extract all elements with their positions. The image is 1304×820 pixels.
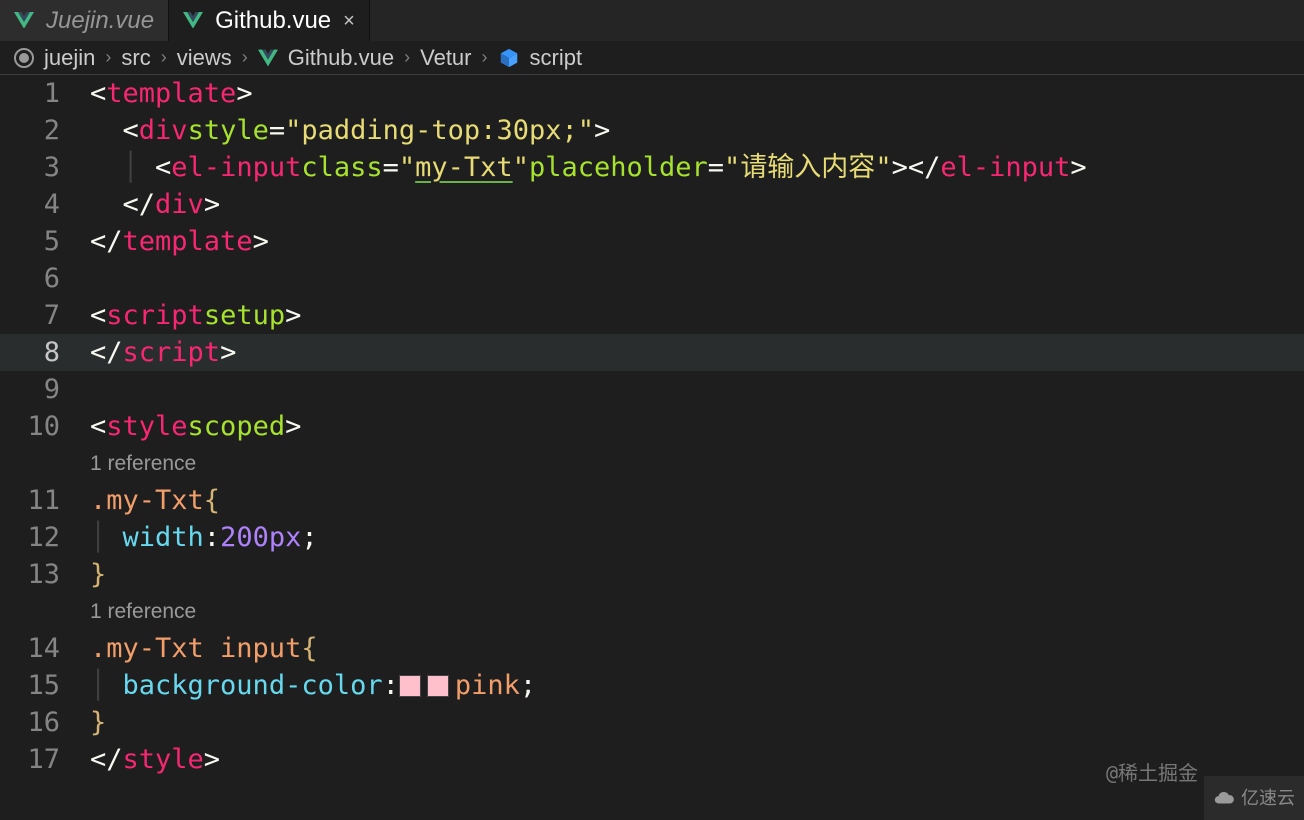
line-number: 13	[0, 556, 90, 593]
cloud-icon	[1213, 787, 1235, 809]
breadcrumb: juejin › src › views › Github.vue › Vetu…	[0, 41, 1304, 75]
code-line[interactable]: 3 │ <el-input class="my-Txt" placeholder…	[0, 149, 1304, 186]
code-line[interactable]: 4 </div>	[0, 186, 1304, 223]
line-number: 14	[0, 630, 90, 667]
breadcrumb-item[interactable]: Github.vue	[288, 45, 394, 71]
record-icon[interactable]	[14, 48, 34, 68]
code-line-active[interactable]: 8 </script>	[0, 334, 1304, 371]
codelens[interactable]: 1 reference	[0, 445, 1304, 482]
watermark-juejin: @稀土掘金	[1106, 755, 1198, 792]
line-number: 4	[0, 186, 90, 223]
code-line[interactable]: 2 <div style="padding-top:30px;">	[0, 112, 1304, 149]
codelens[interactable]: 1 reference	[0, 593, 1304, 630]
tab-label: Juejin.vue	[46, 7, 154, 35]
cube-icon	[498, 47, 520, 69]
code-line[interactable]: 1 <template>	[0, 75, 1304, 112]
vue-icon	[14, 12, 34, 30]
line-number: 10	[0, 408, 90, 445]
line-number: 15	[0, 667, 90, 704]
code-line[interactable]: 9	[0, 371, 1304, 408]
tab-github-vue[interactable]: Github.vue ×	[169, 0, 370, 41]
code-line[interactable]: 13 }	[0, 556, 1304, 593]
chevron-right-icon: ›	[482, 47, 488, 68]
chevron-right-icon: ›	[161, 47, 167, 68]
line-number: 8	[0, 334, 90, 371]
line-number: 9	[0, 371, 90, 408]
line-number: 6	[0, 260, 90, 297]
line-number: 2	[0, 112, 90, 149]
code-line[interactable]: 7 <script setup>	[0, 297, 1304, 334]
chevron-right-icon: ›	[404, 47, 410, 68]
vue-icon	[258, 49, 278, 67]
color-swatch-icon[interactable]	[427, 675, 449, 697]
breadcrumb-item[interactable]: script	[530, 45, 583, 71]
code-line[interactable]: 6	[0, 260, 1304, 297]
line-number: 11	[0, 482, 90, 519]
breadcrumb-item[interactable]: views	[177, 45, 232, 71]
code-line[interactable]: 16 }	[0, 704, 1304, 741]
line-number: 16	[0, 704, 90, 741]
editor-tabs: Juejin.vue Github.vue ×	[0, 0, 1304, 41]
line-number: 17	[0, 741, 90, 778]
line-number: 3	[0, 149, 90, 186]
breadcrumb-item[interactable]: Vetur	[420, 45, 471, 71]
color-swatch-icon[interactable]	[399, 675, 421, 697]
chevron-right-icon: ›	[105, 47, 111, 68]
line-number: 5	[0, 223, 90, 260]
code-line[interactable]: 15 │ background-color: pink;	[0, 667, 1304, 704]
line-number: 1	[0, 75, 90, 112]
code-line[interactable]: 14 .my-Txt input {	[0, 630, 1304, 667]
code-line[interactable]: 10 <style scoped>	[0, 408, 1304, 445]
chevron-right-icon: ›	[242, 47, 248, 68]
breadcrumb-item[interactable]: src	[121, 45, 150, 71]
tab-label: Github.vue	[215, 7, 331, 35]
code-line[interactable]: 11 .my-Txt {	[0, 482, 1304, 519]
close-icon[interactable]: ×	[343, 11, 355, 31]
code-editor[interactable]: 1 <template> 2 <div style="padding-top:3…	[0, 75, 1304, 820]
code-line[interactable]: 12 │ width: 200px;	[0, 519, 1304, 556]
code-line[interactable]: 5 </template>	[0, 223, 1304, 260]
watermark-yisu: 亿速云	[1204, 776, 1304, 820]
line-number: 7	[0, 297, 90, 334]
vue-icon	[183, 12, 203, 30]
line-number: 12	[0, 519, 90, 556]
tab-juejin-vue[interactable]: Juejin.vue	[0, 0, 169, 41]
breadcrumb-item[interactable]: juejin	[44, 45, 95, 71]
